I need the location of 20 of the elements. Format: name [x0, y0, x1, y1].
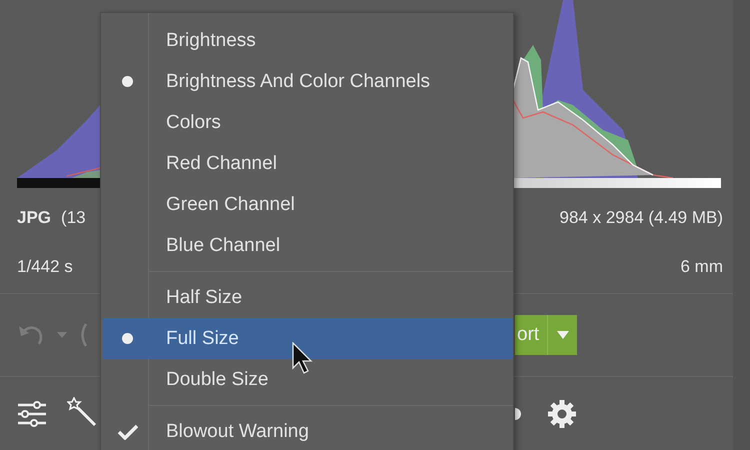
menu-item[interactable]: Blowout Warning	[103, 411, 513, 450]
shutter-speed: 1/442 s	[17, 257, 73, 277]
file-format: JPG	[17, 208, 52, 228]
menu-item[interactable]: Full Size	[103, 318, 513, 359]
histogram-curve	[66, 167, 100, 177]
focal-length: 6 mm	[680, 257, 723, 277]
menu-item[interactable]: Red Channel	[103, 143, 513, 184]
menu-item[interactable]: Green Channel	[103, 184, 513, 225]
menu-item[interactable]: Brightness And Color Channels	[103, 61, 513, 102]
menu-item[interactable]: Half Size	[103, 277, 513, 318]
sliders-icon[interactable]	[17, 400, 47, 426]
menu-item[interactable]: Colors	[103, 102, 513, 143]
menu-item[interactable]: Blue Channel	[103, 225, 513, 266]
caret-icon	[556, 331, 569, 339]
menu-item[interactable]: Double Size	[103, 359, 513, 400]
file-size: (13	[61, 208, 86, 228]
image-dimensions: 984 x 2984 (4.49 MB)	[560, 208, 723, 228]
settings-icon[interactable]	[547, 398, 577, 428]
magic-wand-icon[interactable]	[67, 396, 97, 426]
menu-item[interactable]: Brightness	[103, 20, 513, 61]
